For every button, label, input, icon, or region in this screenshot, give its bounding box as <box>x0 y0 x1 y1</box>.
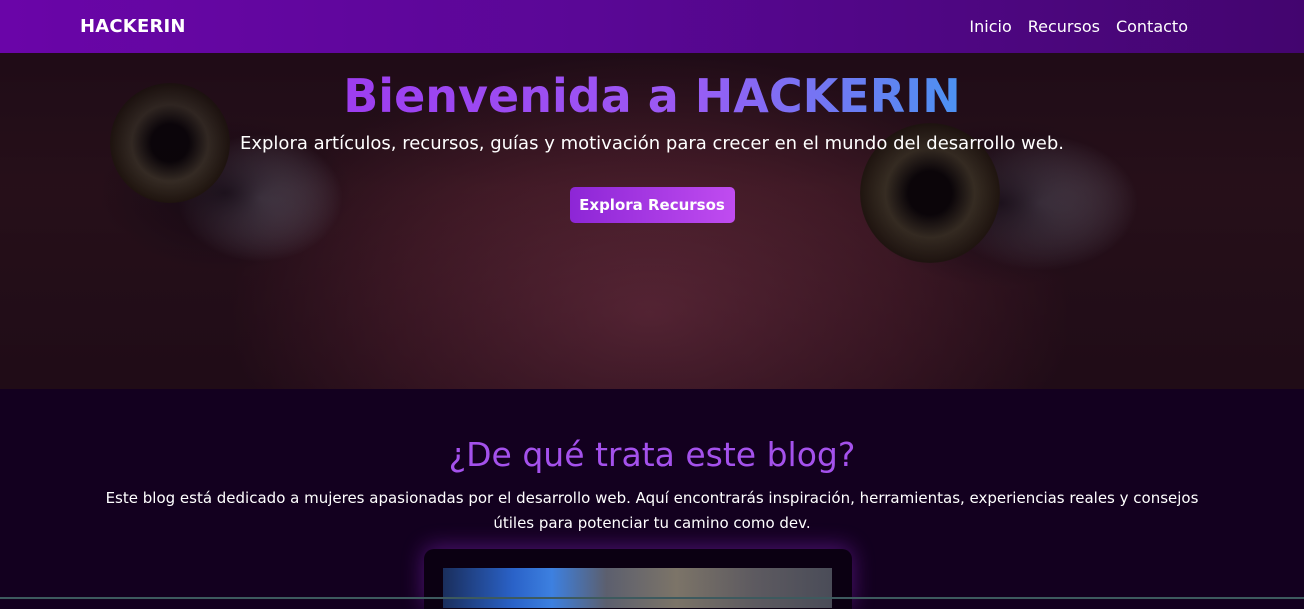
brand-logo[interactable]: HACKERIN <box>80 16 186 37</box>
featured-image-card <box>424 549 852 609</box>
hero-section: Bienvenida a HACKERIN Explora artículos,… <box>0 53 1304 389</box>
hero-content: Bienvenida a HACKERIN Explora artículos,… <box>0 53 1304 223</box>
about-title: ¿De qué trata este blog? <box>448 435 856 474</box>
hero-title: Bienvenida a HACKERIN <box>343 69 961 123</box>
nav-link-contacto[interactable]: Contacto <box>1116 17 1188 36</box>
top-navbar: HACKERIN Inicio Recursos Contacto <box>0 0 1304 53</box>
about-description: Este blog está dedicado a mujeres apasio… <box>105 489 1199 532</box>
nav-link-recursos[interactable]: Recursos <box>1028 17 1100 36</box>
hero-subtitle: Explora artículos, recursos, guías y mot… <box>239 133 1064 154</box>
explore-resources-button[interactable]: Explora Recursos <box>569 187 735 223</box>
nav-link-inicio[interactable]: Inicio <box>969 17 1011 36</box>
nav-links: Inicio Recursos Contacto <box>969 17 1188 36</box>
featured-image <box>443 568 832 608</box>
about-section: ¿De qué trata este blog? Este blog está … <box>0 389 1304 609</box>
